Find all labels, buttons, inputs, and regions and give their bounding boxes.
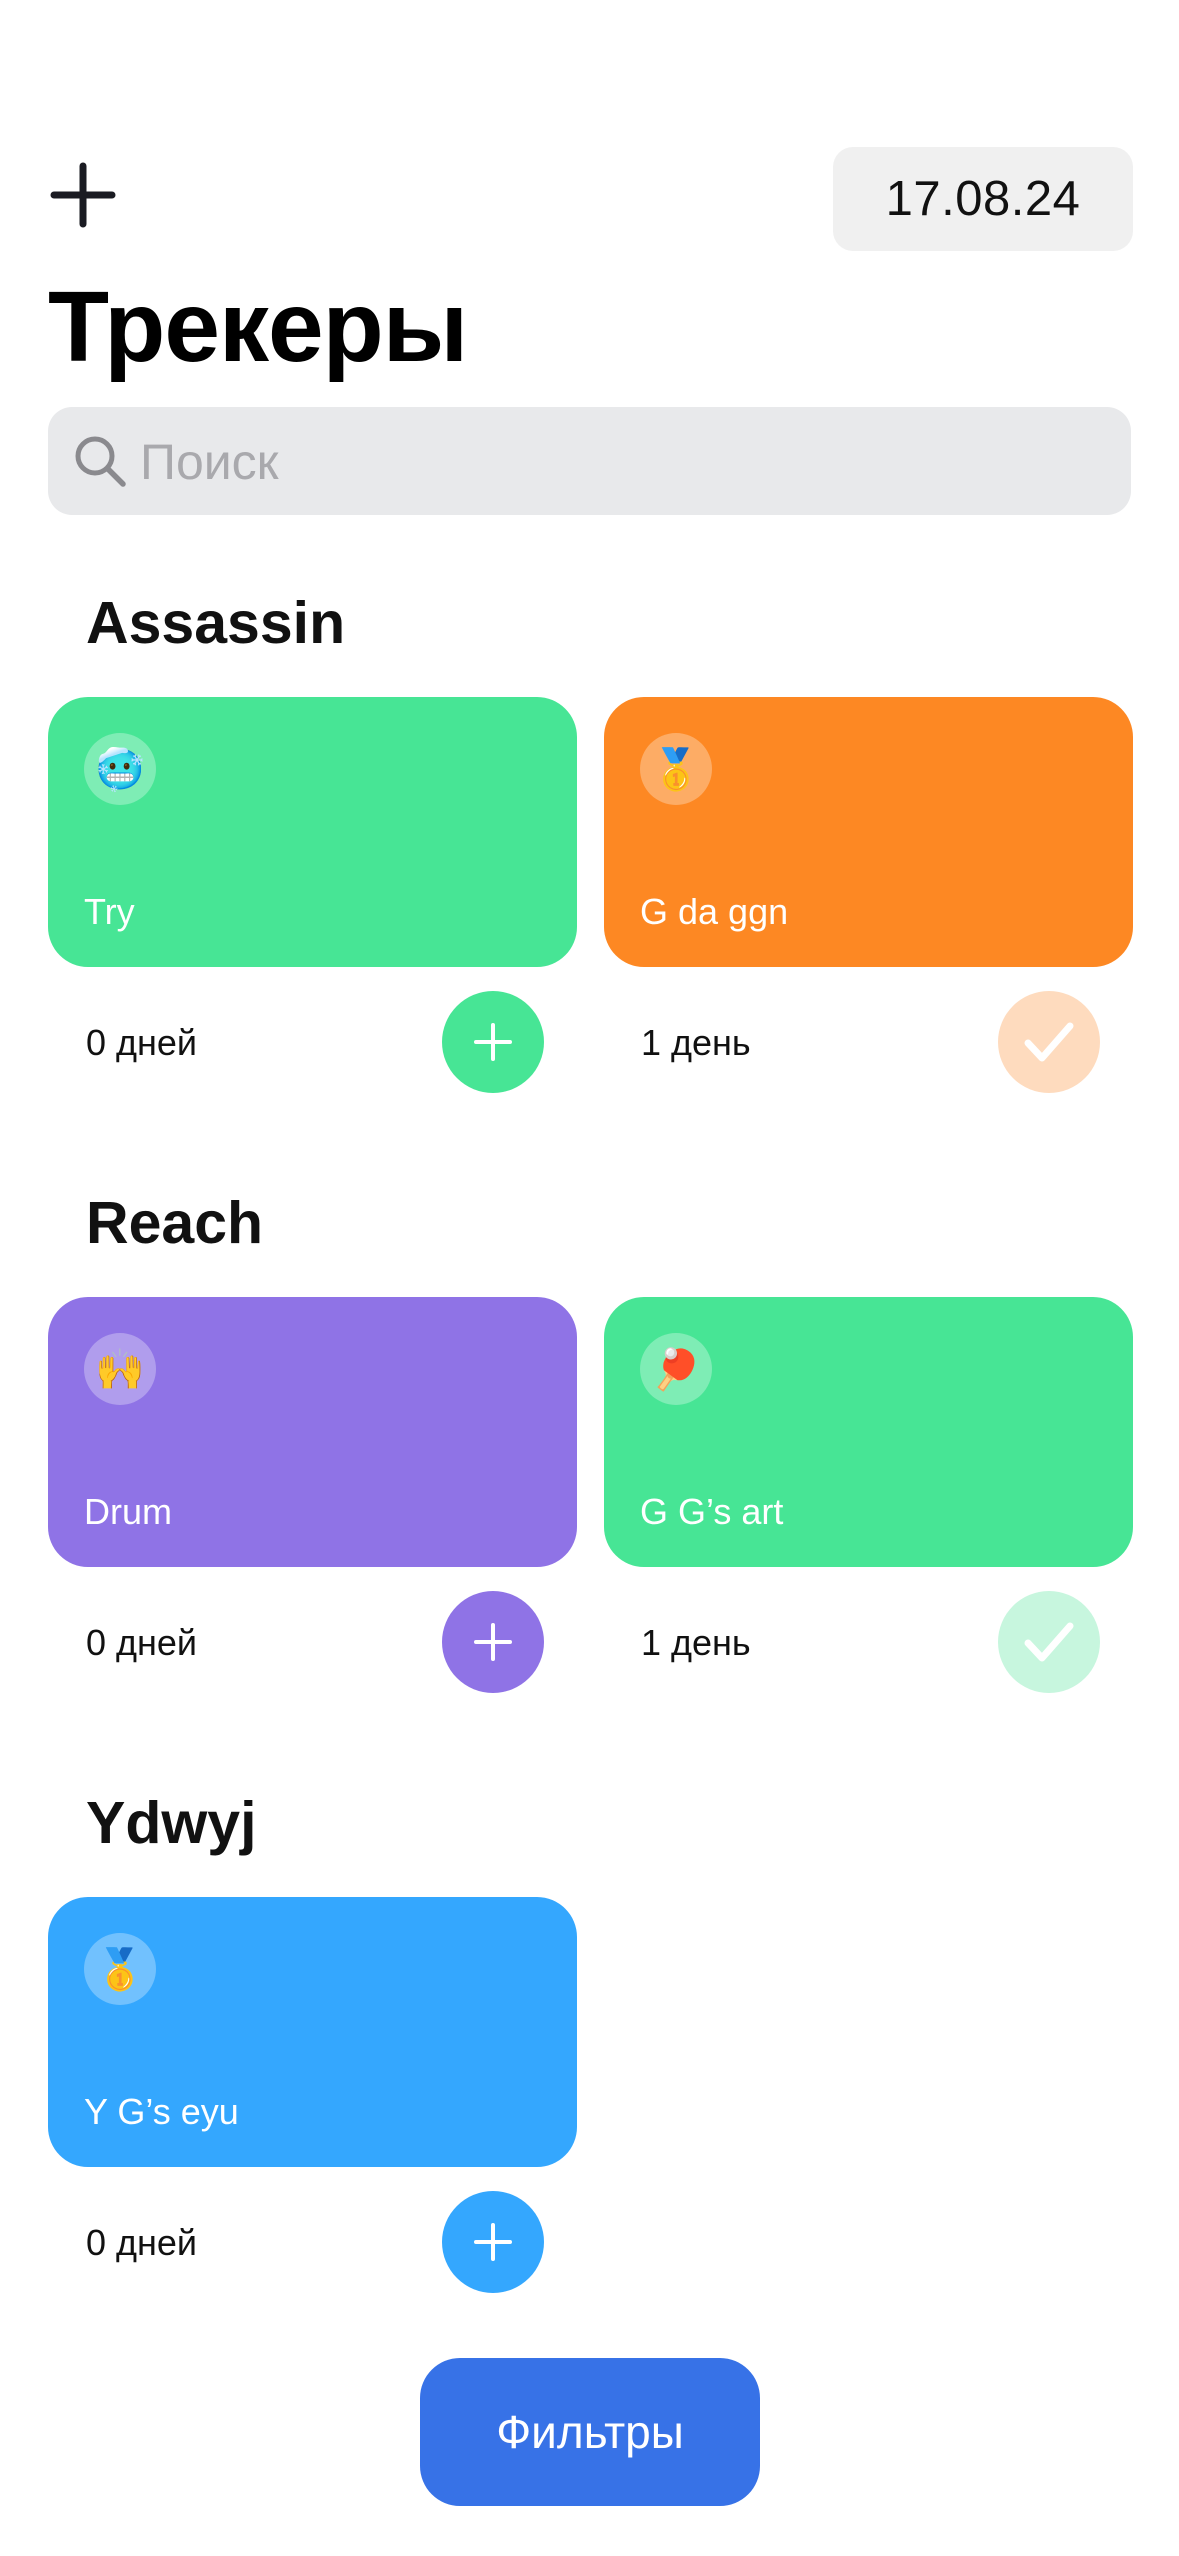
plus-icon (50, 162, 116, 228)
tracker-card[interactable]: 🥇 Y G’s eyu (48, 1897, 577, 2167)
page-title: Трекеры (48, 271, 468, 383)
tracker-name: Try (84, 891, 135, 932)
tracker-days: 0 дней (86, 1022, 198, 1063)
tracker-days: 0 дней (86, 1622, 198, 1663)
search-icon (75, 436, 126, 487)
increment-button[interactable] (442, 2191, 544, 2293)
tracker-days: 1 день (641, 1622, 751, 1663)
tracker-emoji: 🥇 (84, 1933, 156, 2005)
date-picker-button[interactable]: 17.08.24 (833, 147, 1133, 251)
category-title: Assassin (86, 590, 346, 656)
tracker-emoji: 🙌 (84, 1333, 156, 1405)
checkmark-icon (1024, 1022, 1074, 1062)
checkmark-icon (1024, 1622, 1074, 1662)
increment-button[interactable] (442, 1591, 544, 1693)
completed-button[interactable] (998, 1591, 1100, 1693)
tracker-days: 1 день (641, 1022, 751, 1063)
increment-button[interactable] (442, 991, 544, 1093)
tracker-name: Drum (84, 1491, 172, 1532)
filters-label: Фильтры (496, 2406, 684, 2458)
tracker-emoji: 🥇 (640, 733, 712, 805)
plus-icon (474, 1623, 512, 1661)
category-title: Ydwyj (86, 1790, 257, 1856)
filters-button[interactable]: Фильтры (420, 2358, 760, 2506)
tracker-card[interactable]: 🥶 Try (48, 697, 577, 967)
tracker-name: G G’s art (640, 1491, 784, 1532)
tracker-name: Y G’s eyu (84, 2091, 239, 2132)
tracker-days: 0 дней (86, 2222, 198, 2263)
tracker-card[interactable]: 🙌 Drum (48, 1297, 577, 1567)
tracker-emoji: 🏓 (640, 1333, 712, 1405)
completed-button[interactable] (998, 991, 1100, 1093)
search-input[interactable] (138, 407, 1102, 517)
add-tracker-button[interactable] (48, 160, 118, 230)
tracker-emoji: 🥶 (84, 733, 156, 805)
tracker-card[interactable]: 🥇 G da ggn (604, 697, 1133, 967)
date-label: 17.08.24 (885, 172, 1081, 226)
search-bar[interactable] (48, 407, 1131, 517)
tracker-name: G da ggn (640, 891, 789, 932)
tracker-card[interactable]: 🏓 G G’s art (604, 1297, 1133, 1567)
plus-icon (474, 2223, 512, 2261)
plus-icon (474, 1023, 512, 1061)
category-title: Reach (86, 1190, 264, 1256)
